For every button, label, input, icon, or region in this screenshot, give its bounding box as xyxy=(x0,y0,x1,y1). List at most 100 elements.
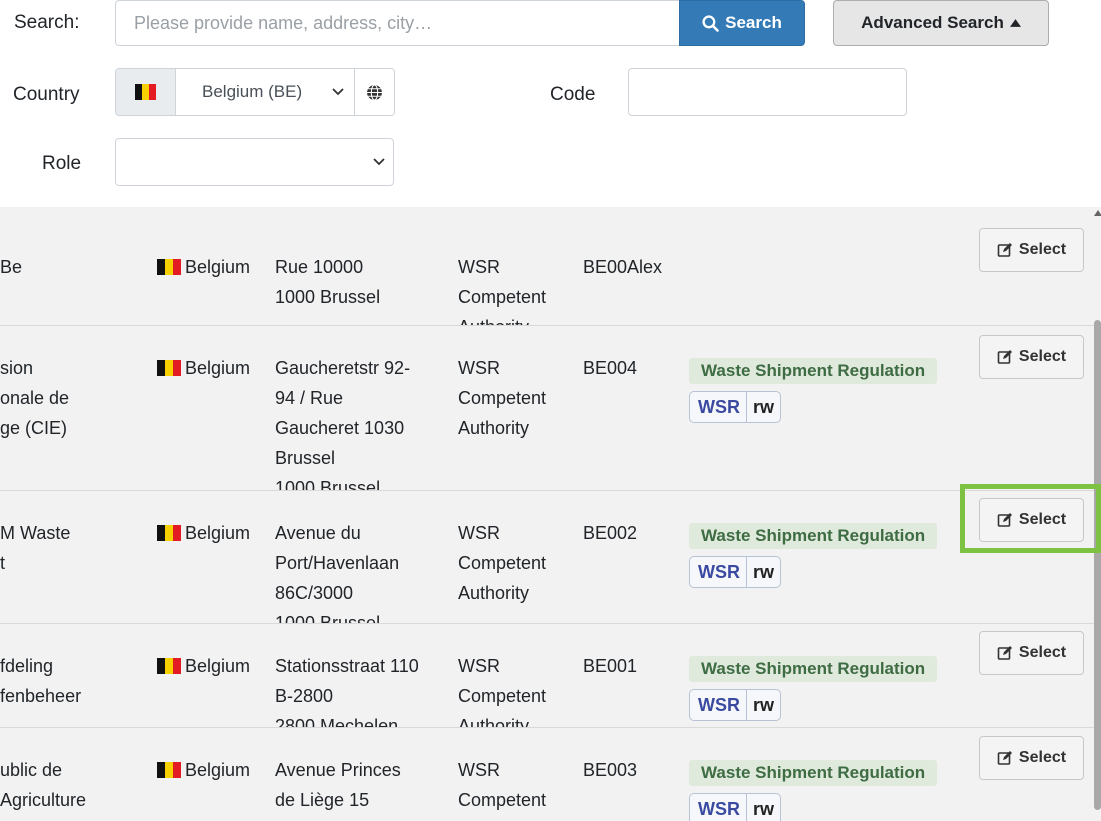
table-row: sion onale de ge (CIE) Belgium Gaucheretstr… xyxy=(0,325,1101,498)
code-input[interactable] xyxy=(628,68,907,116)
cell-line: fdeling xyxy=(0,656,54,676)
cell-line: Gaucheret 1030 xyxy=(275,418,405,438)
select-button-label: Select xyxy=(1018,348,1067,365)
scrollbar[interactable] xyxy=(1094,320,1101,810)
tag-rw: rw xyxy=(746,557,780,587)
cell-line: WSR xyxy=(458,257,500,277)
cell-line: Competent xyxy=(458,287,547,307)
belgium-flag-icon xyxy=(157,360,181,376)
role-cell: WSR Competent Authority xyxy=(458,518,578,608)
cell-line: de Liège 15 xyxy=(275,790,370,810)
cell-line: Rue 10000 xyxy=(275,257,364,277)
country-name: Belgium xyxy=(185,358,251,378)
scroll-up-arrow-icon[interactable] xyxy=(1094,210,1101,216)
tag-wsr: WSR xyxy=(698,561,740,582)
country-select-group: Belgium (BE) xyxy=(115,68,395,116)
select-button-label: Select xyxy=(1018,644,1067,661)
address-cell: Avenue Princes de Liège 15 5100 Namur xyxy=(275,755,450,821)
code-cell: BE003 xyxy=(583,760,638,780)
select-button-label: Select xyxy=(1018,511,1067,528)
edit-icon xyxy=(997,646,1012,660)
select-button[interactable]: Select xyxy=(979,498,1084,542)
code-cell: BE00Alex xyxy=(583,257,663,277)
country-select-value: Belgium (BE) xyxy=(202,82,303,101)
country-cell: Belgium xyxy=(157,518,250,548)
cell-line: Competent xyxy=(458,686,547,706)
regulation-badge: Waste Shipment Regulation xyxy=(689,358,938,384)
edit-icon xyxy=(997,243,1012,257)
country-name: Belgium xyxy=(185,760,251,780)
address-cell: Gaucheretstr 92- 94 / Rue Gaucheret 1030 Br… xyxy=(275,353,450,503)
cell-line: Gaucheretstr 92- xyxy=(275,358,411,378)
name-cell: sion onale de ge (CIE) xyxy=(0,353,140,443)
cell-line: fenbeheer xyxy=(0,686,82,706)
address-cell: Avenue duPort/Havenlaan86C/30001000 Brus… xyxy=(275,518,450,638)
name-cell: Be xyxy=(0,252,140,282)
role-label: Role xyxy=(42,153,82,174)
table-row: ublic de Agriculture ces naturelles Belgiu… xyxy=(0,727,1101,821)
cell-line: Competent xyxy=(458,388,547,408)
belgium-flag-icon xyxy=(157,525,181,541)
country-cell: Belgium xyxy=(157,755,250,785)
cell-line: Be xyxy=(0,257,23,277)
tag-group: WSR rw xyxy=(689,556,782,588)
edit-icon xyxy=(997,751,1012,765)
select-button[interactable]: Select xyxy=(979,228,1084,272)
caret-up-icon xyxy=(1009,19,1021,27)
chevron-down-icon xyxy=(373,158,385,166)
cell-line: Agriculture xyxy=(0,790,87,810)
cell-line: Authority xyxy=(458,583,530,603)
select-button-label: Select xyxy=(1018,749,1067,766)
select-button-label: Select xyxy=(1018,241,1067,258)
regulation-badge: Waste Shipment Regulation xyxy=(689,656,938,682)
cell-line: 5100 Namur xyxy=(275,815,450,821)
code-cell: BE001 xyxy=(583,656,638,676)
cell-line: Port/Havenlaan xyxy=(275,553,400,573)
select-button[interactable]: Select xyxy=(979,631,1084,675)
edit-icon xyxy=(997,513,1012,527)
select-button[interactable]: Select xyxy=(979,736,1084,780)
tag-group: WSR rw xyxy=(689,689,782,721)
cell-line: M Waste xyxy=(0,523,71,543)
cell-line: B-2800 xyxy=(275,686,334,706)
table-row: M Waste t Belgium Avenue du Port/Havenlaan 8… xyxy=(0,490,1101,633)
belgium-flag-icon xyxy=(157,259,181,275)
tag-wsr: WSR xyxy=(698,798,740,819)
tag-group: WSR rw xyxy=(689,391,782,423)
table-row: fdeling fenbeheer Belgium Stationsstraat 1… xyxy=(0,623,1101,736)
cell-line: Competent xyxy=(458,553,547,573)
search-button[interactable]: Search xyxy=(679,0,805,46)
search-input[interactable] xyxy=(115,0,680,46)
cell-line: Avenue du xyxy=(275,523,361,543)
search-button-label: Search xyxy=(725,13,782,32)
advanced-search-button[interactable]: Advanced Search xyxy=(833,0,1049,46)
select-button[interactable]: Select xyxy=(979,335,1084,379)
cell-line: ge (CIE) xyxy=(0,418,68,438)
country-cell: Belgium xyxy=(157,252,250,282)
chevron-down-icon xyxy=(332,88,344,96)
country-cell: Belgium xyxy=(157,353,250,383)
badges-cell: Waste Shipment Regulation WSR rw xyxy=(689,523,938,588)
code-cell: BE004 xyxy=(583,358,638,378)
country-cell: Belgium xyxy=(157,651,250,681)
belgium-flag-icon xyxy=(157,762,181,778)
role-cell: WSR Competent Authority xyxy=(458,755,578,821)
cell-line: Competent xyxy=(458,790,547,810)
code-cell: BE002 xyxy=(583,523,638,543)
country-name: Belgium xyxy=(185,257,251,277)
edit-icon xyxy=(997,350,1012,364)
cell-line: Avenue Princes xyxy=(275,760,401,780)
name-cell: ublic de Agriculture ces naturelles xyxy=(0,755,140,821)
cell-line: WSR xyxy=(458,523,500,543)
role-cell: WSR Competent Authority xyxy=(458,353,578,443)
belgium-flag-icon xyxy=(116,69,176,115)
country-label: Country xyxy=(13,84,80,105)
code-label: Code xyxy=(550,84,596,105)
cell-line: 94 / Rue xyxy=(275,388,344,408)
role-select[interactable] xyxy=(115,138,394,186)
country-select[interactable]: Belgium (BE) xyxy=(176,69,354,115)
regulation-badge: Waste Shipment Regulation xyxy=(689,760,938,786)
badges-cell: Waste Shipment Regulation WSR rw xyxy=(689,760,938,821)
globe-icon[interactable] xyxy=(354,69,394,115)
address-cell: Rue 10000 1000 Brussel xyxy=(275,252,450,312)
